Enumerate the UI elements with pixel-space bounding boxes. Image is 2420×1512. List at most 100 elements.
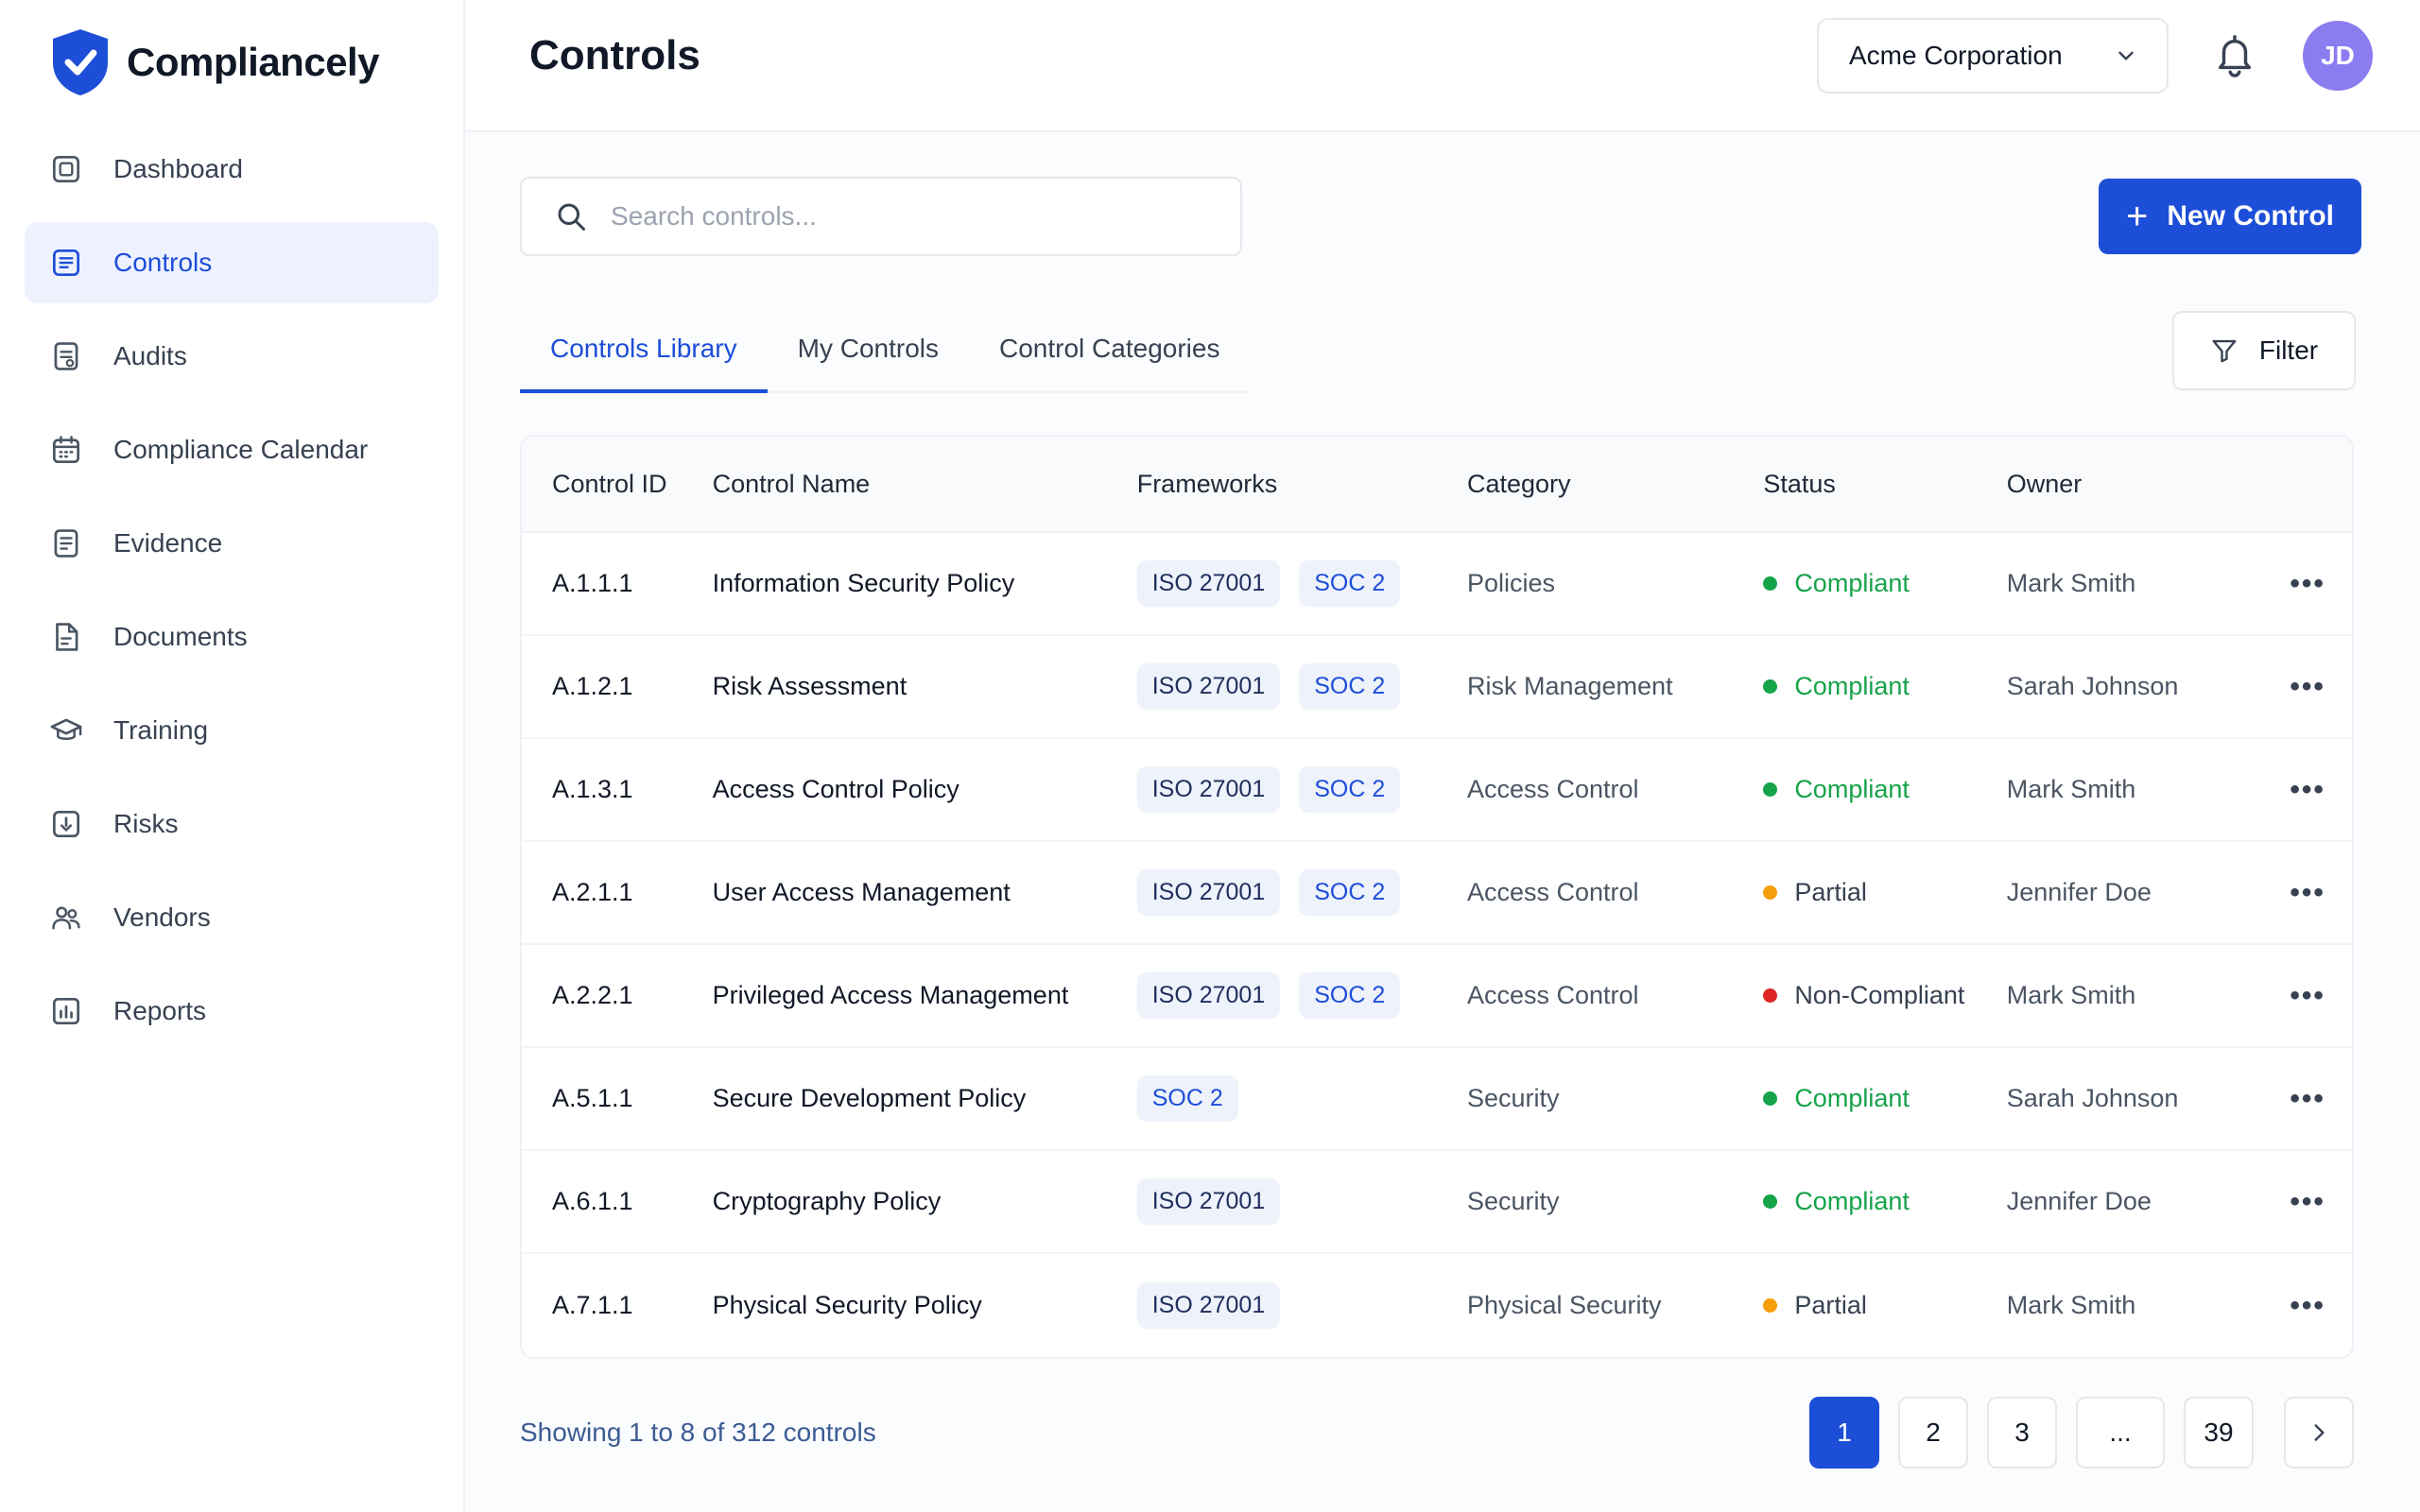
page-button-1[interactable]: 1 — [1809, 1397, 1879, 1469]
control-name[interactable]: Access Control Policy — [713, 775, 1137, 804]
framework-badge: SOC 2 — [1299, 972, 1401, 1019]
framework-badge: ISO 27001 — [1136, 766, 1281, 813]
organization-name: Acme Corporation — [1849, 41, 2063, 70]
column-header-frameworks[interactable]: Frameworks — [1137, 470, 1467, 499]
table-header: Control ID Control Name Frameworks Category… — [522, 437, 2352, 533]
user-avatar[interactable]: JD — [2303, 21, 2373, 91]
audits-icon — [47, 337, 85, 375]
table-row[interactable]: A.2.1.1 User Access Management ISO 27001 SO… — [522, 842, 2352, 945]
control-name[interactable]: Secure Development Policy — [713, 1084, 1137, 1113]
new-control-label: New Control — [2167, 200, 2335, 232]
table-row[interactable]: A.2.2.1 Privileged Access Management ISO 2… — [522, 945, 2352, 1048]
table-row[interactable]: A.1.2.1 Risk Assessment ISO 27001 SOC 2 Risk… — [522, 636, 2352, 739]
table-row[interactable]: A.6.1.1 Cryptography Policy ISO 27001 Secur… — [522, 1151, 2352, 1254]
reports-icon — [47, 992, 85, 1030]
row-actions-button[interactable]: ••• — [2263, 877, 2352, 909]
status-dot — [1763, 988, 1778, 1003]
control-name[interactable]: Privileged Access Management — [713, 981, 1137, 1010]
table-body: A.1.1.1 Information Security Policy ISO 27… — [522, 533, 2352, 1357]
brand-name: Compliancely — [127, 40, 380, 84]
control-category: Risk Management — [1466, 672, 1673, 700]
row-actions-button[interactable]: ••• — [2263, 1290, 2352, 1322]
status-badge: Compliant — [1763, 672, 2006, 701]
row-actions-button[interactable]: ••• — [2263, 980, 2352, 1012]
dashboard-icon — [47, 150, 85, 188]
more-horizontal-icon: ••• — [2290, 773, 2325, 805]
organization-selector[interactable]: Acme Corporation — [1817, 18, 2169, 94]
control-name[interactable]: Physical Security Policy — [713, 1291, 1137, 1320]
sidebar-item-training[interactable]: Training — [25, 690, 439, 771]
row-actions-button[interactable]: ••• — [2263, 774, 2352, 806]
more-horizontal-icon: ••• — [2290, 567, 2325, 599]
more-horizontal-icon: ••• — [2290, 979, 2325, 1011]
table-row[interactable]: A.5.1.1 Secure Development Policy SOC 2 Sec… — [522, 1048, 2352, 1151]
column-header-owner[interactable]: Owner — [2007, 470, 2263, 499]
sidebar-item-evidence[interactable]: Evidence — [25, 503, 439, 584]
frameworks: ISO 27001 SOC 2 — [1136, 972, 1467, 1019]
brand-logo[interactable]: Compliancely — [0, 0, 463, 125]
status-text: Compliant — [1794, 672, 1910, 700]
next-page-button[interactable] — [2284, 1397, 2354, 1469]
sidebar-item-documents[interactable]: Documents — [25, 596, 439, 678]
sidebar-item-label: Vendors — [113, 902, 211, 932]
framework-badge: ISO 27001 — [1136, 869, 1281, 916]
table-row[interactable]: A.1.3.1 Access Control Policy ISO 27001 SOC… — [522, 739, 2352, 842]
page-button-39[interactable]: 39 — [2184, 1397, 2254, 1469]
sidebar-item-reports[interactable]: Reports — [25, 971, 439, 1052]
status-text: Compliant — [1794, 569, 1910, 597]
control-owner: Jennifer Doe — [2006, 878, 2152, 906]
control-category: Access Control — [1466, 878, 1639, 906]
table-row[interactable]: A.1.1.1 Information Security Policy ISO 27… — [522, 533, 2352, 636]
control-name[interactable]: Information Security Policy — [713, 569, 1137, 598]
table-row[interactable]: A.7.1.1 Physical Security Policy ISO 27001… — [522, 1254, 2352, 1357]
tab-my-controls[interactable]: My Controls — [768, 308, 969, 393]
page-button-2[interactable]: 2 — [1898, 1397, 1968, 1469]
status-dot — [1763, 885, 1778, 900]
sidebar-item-dashboard[interactable]: Dashboard — [25, 129, 439, 210]
status-text: Non-Compliant — [1794, 981, 1965, 1009]
tab-controls-library[interactable]: Controls Library — [520, 308, 768, 393]
sidebar-item-label: Training — [113, 715, 209, 745]
column-header-category[interactable]: Category — [1467, 470, 1763, 499]
sidebar-item-label: Risks — [113, 809, 179, 838]
risks-icon — [47, 805, 85, 843]
content-area: + New Control Controls LibraryMy Control… — [465, 132, 2420, 1512]
notifications-button[interactable] — [2206, 27, 2263, 84]
column-header-status[interactable]: Status — [1763, 470, 2006, 499]
page-button-3[interactable]: 3 — [1987, 1397, 2057, 1469]
framework-badge: SOC 2 — [1299, 869, 1401, 916]
sidebar-item-vendors[interactable]: Vendors — [25, 877, 439, 958]
row-actions-button[interactable]: ••• — [2263, 568, 2352, 600]
more-horizontal-icon: ••• — [2290, 876, 2325, 908]
column-header-control-name[interactable]: Control Name — [713, 470, 1137, 499]
framework-badge: ISO 27001 — [1136, 663, 1281, 710]
column-header-control-id[interactable]: Control ID — [522, 470, 713, 499]
shield-check-icon — [53, 29, 108, 95]
frameworks: ISO 27001 SOC 2 — [1136, 869, 1467, 916]
status-badge: Compliant — [1763, 1084, 2006, 1113]
control-name[interactable]: Risk Assessment — [713, 672, 1137, 701]
sidebar-item-controls[interactable]: Controls — [25, 222, 439, 303]
new-control-button[interactable]: + New Control — [2099, 179, 2361, 254]
control-owner: Jennifer Doe — [2006, 1187, 2152, 1215]
control-id: A.7.1.1 — [552, 1291, 633, 1319]
search-box[interactable] — [520, 177, 1242, 256]
tab-bar: Controls Library My Controls Control Categ… — [520, 308, 1251, 393]
sidebar-item-risks[interactable]: Risks — [25, 783, 439, 865]
sidebar-item-label: Reports — [113, 996, 207, 1025]
control-name[interactable]: User Access Management — [713, 878, 1137, 907]
vendors-icon — [47, 899, 85, 936]
tabs-row: Controls Library My Controls Control Categ… — [520, 308, 2373, 393]
sidebar-item-compliance-calendar[interactable]: Compliance Calendar — [25, 409, 439, 490]
more-horizontal-icon: ••• — [2290, 1185, 2325, 1217]
row-actions-button[interactable]: ••• — [2263, 671, 2352, 703]
sidebar-item-audits[interactable]: Audits — [25, 316, 439, 397]
row-actions-button[interactable]: ••• — [2263, 1186, 2352, 1218]
filter-button[interactable]: Filter — [2172, 311, 2356, 390]
framework-badge: SOC 2 — [1136, 1075, 1238, 1122]
control-name[interactable]: Cryptography Policy — [713, 1187, 1137, 1216]
row-actions-button[interactable]: ••• — [2263, 1083, 2352, 1115]
search-input[interactable] — [611, 201, 1178, 232]
tab-control-categories[interactable]: Control Categories — [969, 308, 1250, 393]
control-owner: Mark Smith — [2006, 1291, 2136, 1319]
